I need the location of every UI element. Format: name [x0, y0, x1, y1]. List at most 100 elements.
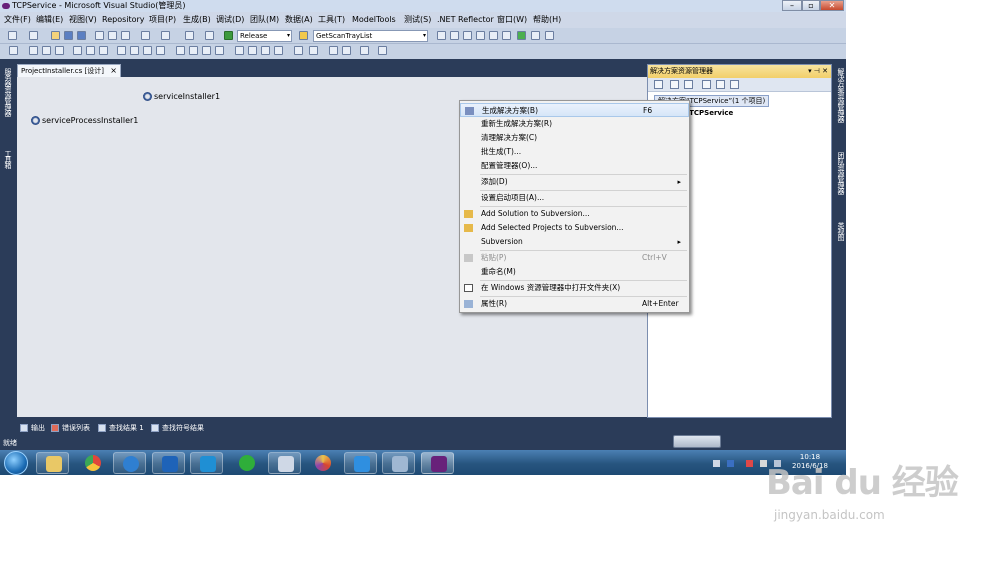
redo-icon[interactable] — [161, 31, 170, 40]
class-diagram-icon[interactable] — [730, 80, 739, 89]
command-window-icon[interactable] — [545, 31, 554, 40]
language-bar[interactable] — [673, 435, 721, 448]
taskbar-app-c[interactable] — [190, 452, 223, 474]
menu-build[interactable]: 生成(B) — [183, 15, 211, 25]
view-code-icon[interactable] — [702, 80, 711, 89]
taskbar-word[interactable] — [344, 452, 377, 474]
open-folder-icon[interactable] — [51, 31, 60, 40]
menu-item-subversion[interactable]: Subversion ▸ — [460, 235, 689, 249]
cut-icon[interactable] — [95, 31, 104, 40]
copy-icon[interactable] — [108, 31, 117, 40]
menu-team[interactable]: 团队(M) — [250, 15, 279, 25]
remove-vspacing-icon[interactable] — [274, 46, 283, 55]
vertical-spacing-icon[interactable] — [235, 46, 244, 55]
menu-debug[interactable]: 调试(D) — [216, 15, 244, 25]
taskbar-chrome[interactable] — [76, 452, 109, 474]
close-button[interactable]: ✕ — [820, 0, 844, 11]
menu-item-add-solution-to-subversion[interactable]: Add Solution to Subversion... — [460, 207, 689, 221]
decrease-spacing-icon[interactable] — [202, 46, 211, 55]
size-to-grid-icon[interactable] — [156, 46, 165, 55]
bring-to-front-icon[interactable] — [329, 46, 338, 55]
team-explorer-tab[interactable]: 团队资源管理器 — [835, 152, 845, 194]
tray-arrow-icon[interactable] — [713, 460, 720, 467]
tab-output[interactable]: 输出 — [19, 422, 45, 434]
taskbar-outlook[interactable] — [152, 452, 185, 474]
solution-configuration-dropdown[interactable]: Release ▾ — [237, 30, 292, 42]
class-view-icon[interactable] — [489, 31, 498, 40]
menu-repository[interactable]: Repository — [102, 15, 145, 25]
taskbar-notes[interactable] — [382, 452, 415, 474]
tab-find-symbol-results[interactable]: 查找符号结果 — [150, 422, 204, 434]
navigate-forward-icon[interactable] — [205, 31, 214, 40]
server-explorer-tab[interactable]: 服务器资源管理器 — [2, 68, 12, 116]
align-centers-icon[interactable] — [42, 46, 51, 55]
properties-window-icon[interactable] — [450, 31, 459, 40]
tab-order-icon[interactable] — [378, 46, 387, 55]
document-tab[interactable]: ProjectInstaller.cs [设计] × — [17, 64, 121, 77]
menu-item-clean-solution[interactable]: 清理解决方案(C) — [460, 131, 689, 145]
menu-data[interactable]: 数据(A) — [285, 15, 313, 25]
tools-icon[interactable] — [502, 31, 511, 40]
align-bottoms-icon[interactable] — [99, 46, 108, 55]
start-page-icon[interactable] — [531, 31, 540, 40]
start-button[interactable] — [4, 451, 28, 475]
center-vertically-icon[interactable] — [309, 46, 318, 55]
panel-controls[interactable]: ▾ ⊣ ✕ — [808, 65, 828, 78]
toolbox-icon[interactable] — [476, 31, 485, 40]
save-icon[interactable] — [64, 31, 73, 40]
taskbar-explorer[interactable] — [36, 452, 69, 474]
add-item-icon[interactable] — [29, 31, 38, 40]
class-view-tab[interactable]: 类视图 — [835, 222, 845, 240]
menu-item-batch-build[interactable]: 批生成(T)... — [460, 145, 689, 159]
component-service-installer[interactable]: serviceInstaller1 — [143, 92, 220, 101]
align-lefts-icon[interactable] — [29, 46, 38, 55]
menu-net-reflector[interactable]: .NET Reflector — [437, 15, 494, 25]
tray-network-icon[interactable] — [727, 460, 734, 467]
undo-icon[interactable] — [141, 31, 150, 40]
menu-help[interactable]: 帮助(H) — [533, 15, 561, 25]
menu-item-add[interactable]: 添加(D) ▸ — [460, 175, 689, 189]
view-designer-icon[interactable] — [716, 80, 725, 89]
component-service-process-installer[interactable]: serviceProcessInstaller1 — [31, 116, 138, 125]
menu-item-add-selected-projects-to-subversion[interactable]: Add Selected Projects to Subversion... — [460, 221, 689, 235]
object-browser-icon[interactable] — [463, 31, 472, 40]
tray-app-icon[interactable] — [746, 460, 753, 467]
make-same-size-icon[interactable] — [143, 46, 152, 55]
menu-item-rename[interactable]: 重命名(M) — [460, 265, 689, 279]
minimize-button[interactable]: – — [782, 0, 802, 11]
paste-icon[interactable] — [121, 31, 130, 40]
decrease-vspacing-icon[interactable] — [261, 46, 270, 55]
navigate-back-icon[interactable] — [185, 31, 194, 40]
taskbar-ie[interactable] — [113, 452, 146, 474]
maximize-button[interactable]: ▫ — [802, 0, 820, 11]
menu-item-build-solution[interactable]: 生成解决方案(B) F6 — [460, 103, 689, 117]
align-middles-icon[interactable] — [86, 46, 95, 55]
tab-error-list[interactable]: 错误列表 — [50, 422, 90, 434]
show-all-files-icon[interactable] — [670, 80, 679, 89]
taskbar-green-app[interactable] — [230, 452, 263, 474]
refresh-icon[interactable] — [684, 80, 693, 89]
find-combo[interactable]: GetScanTrayList ▾ — [313, 30, 428, 42]
menu-modeltools[interactable]: ModelTools — [352, 15, 396, 25]
find-in-files-icon[interactable] — [299, 31, 308, 40]
start-debugging-icon[interactable] — [224, 31, 233, 40]
menu-tools[interactable]: 工具(T) — [318, 15, 345, 25]
save-all-icon[interactable] — [77, 31, 86, 40]
remove-spacing-icon[interactable] — [215, 46, 224, 55]
align-rights-icon[interactable] — [55, 46, 64, 55]
lock-controls-icon[interactable] — [360, 46, 369, 55]
align-tops-icon[interactable] — [73, 46, 82, 55]
menu-item-set-startup-projects[interactable]: 设置启动项目(A)... — [460, 191, 689, 205]
menu-window[interactable]: 窗口(W) — [497, 15, 527, 25]
close-tab-icon[interactable]: × — [110, 65, 117, 77]
extension-icon[interactable] — [517, 31, 526, 40]
taskbar-paint[interactable] — [268, 452, 301, 474]
menu-test[interactable]: 测试(S) — [404, 15, 431, 25]
menu-item-rebuild-solution[interactable]: 重新生成解决方案(R) — [460, 117, 689, 131]
horizontal-spacing-icon[interactable] — [176, 46, 185, 55]
align-to-grid-icon[interactable] — [9, 46, 18, 55]
solution-explorer-tab[interactable]: 解决方案资源管理器 — [835, 68, 845, 122]
properties-icon[interactable] — [654, 80, 663, 89]
menu-edit[interactable]: 编辑(E) — [36, 15, 63, 25]
increase-spacing-icon[interactable] — [189, 46, 198, 55]
